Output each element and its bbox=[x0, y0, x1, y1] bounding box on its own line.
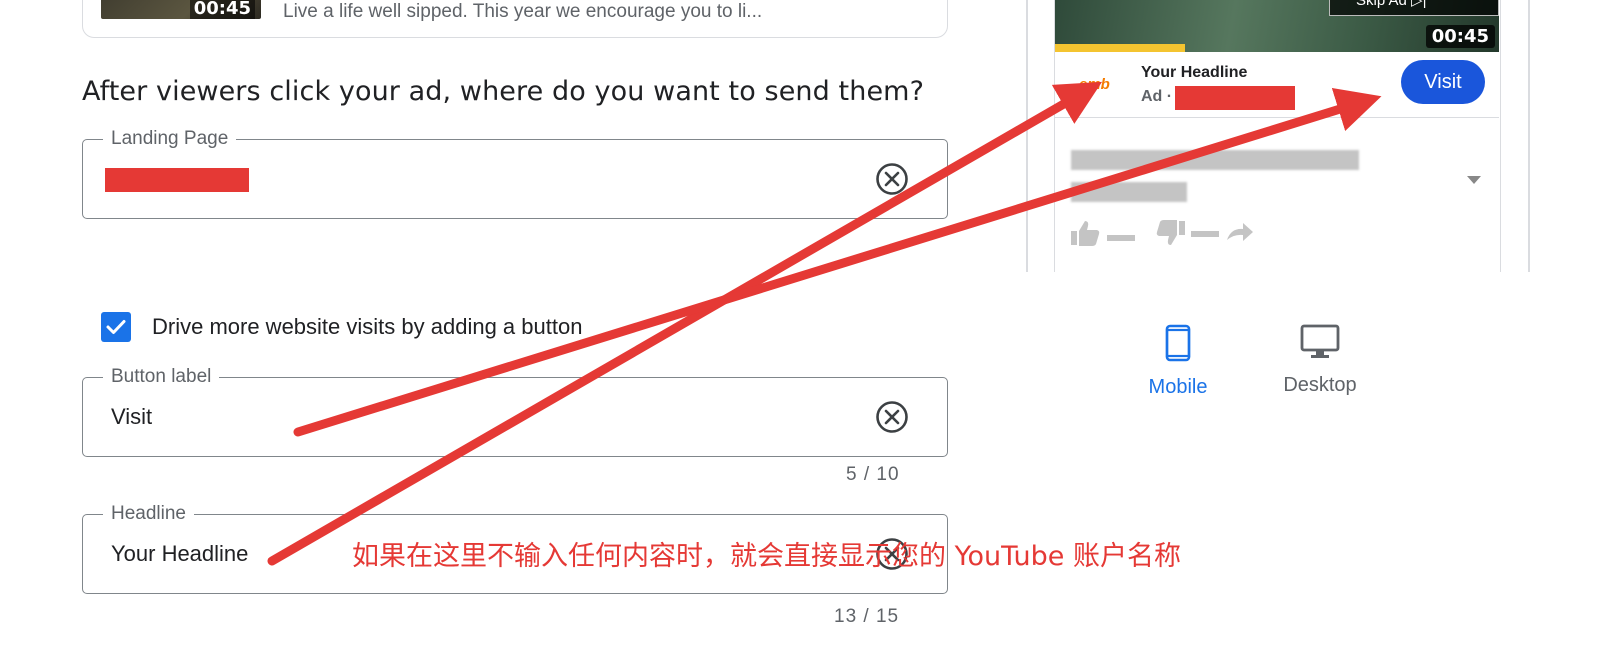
preview-headline: Your Headline bbox=[1141, 64, 1248, 81]
section-question: After viewers click your ad, where do yo… bbox=[82, 76, 924, 107]
headline-label: Headline bbox=[103, 503, 194, 525]
headline-value[interactable]: Your Headline bbox=[111, 541, 248, 567]
button-label-label: Button label bbox=[103, 366, 220, 388]
clear-icon[interactable] bbox=[875, 162, 909, 196]
redacted-channel bbox=[1175, 86, 1295, 110]
video-description: Live a life well sipped. This year we en… bbox=[283, 1, 763, 22]
smartphone-icon bbox=[1165, 324, 1191, 362]
chevron-down-icon bbox=[1467, 176, 1481, 184]
monitor-icon bbox=[1300, 324, 1340, 358]
brand-logo: emb bbox=[1079, 76, 1110, 93]
preview-video-time: 00:45 bbox=[1425, 25, 1495, 48]
ad-preview: Skip Ad ▷| 00:45 emb Your Headline Ad · … bbox=[1026, 0, 1530, 272]
mobile-frame: Skip Ad ▷| 00:45 emb Your Headline Ad · … bbox=[1054, 0, 1501, 272]
button-label-counter: 5 / 10 bbox=[846, 464, 900, 485]
ad-prefix: Ad · bbox=[1141, 88, 1173, 105]
mobile-label: Mobile bbox=[1148, 376, 1208, 398]
preview-video: Skip Ad ▷| 00:45 bbox=[1055, 0, 1499, 52]
video-asset-card[interactable]: 00:45 Live a life well sipped. This year… bbox=[82, 0, 948, 38]
engagement-icons bbox=[1071, 220, 1253, 246]
landing-page-label: Landing Page bbox=[103, 128, 237, 150]
placeholder-subtitle-line bbox=[1071, 182, 1187, 202]
headline-counter: 13 / 15 bbox=[834, 606, 900, 627]
button-label-value[interactable]: Visit bbox=[111, 404, 152, 430]
desktop-label: Desktop bbox=[1283, 374, 1357, 396]
video-progress-bar bbox=[1055, 44, 1185, 52]
skip-ad-button[interactable]: Skip Ad ▷| bbox=[1329, 0, 1499, 16]
ad-info-row: emb Your Headline Ad · Visit bbox=[1055, 52, 1499, 118]
desktop-toggle[interactable]: Desktop bbox=[1272, 324, 1368, 397]
check-icon bbox=[106, 320, 126, 334]
video-thumbnail: 00:45 bbox=[101, 0, 261, 19]
add-button-checkbox-label: Drive more website visits by adding a bu… bbox=[152, 314, 583, 339]
annotation-note: 如果在这里不输入任何内容时，就会直接显示您的 YouTube 账户名称 bbox=[352, 541, 1181, 572]
ad-label: Ad · bbox=[1141, 88, 1172, 106]
redacted-url bbox=[105, 168, 249, 192]
preview-visit-button[interactable]: Visit bbox=[1401, 60, 1485, 104]
clear-icon[interactable] bbox=[875, 400, 909, 434]
placeholder-title-line bbox=[1071, 150, 1359, 170]
add-button-checkbox[interactable] bbox=[101, 312, 131, 342]
mobile-toggle[interactable]: Mobile bbox=[1140, 324, 1216, 399]
button-label-field[interactable]: Button label Visit bbox=[82, 366, 948, 457]
video-duration: 00:45 bbox=[189, 0, 255, 19]
landing-page-field[interactable]: Landing Page bbox=[82, 128, 948, 219]
